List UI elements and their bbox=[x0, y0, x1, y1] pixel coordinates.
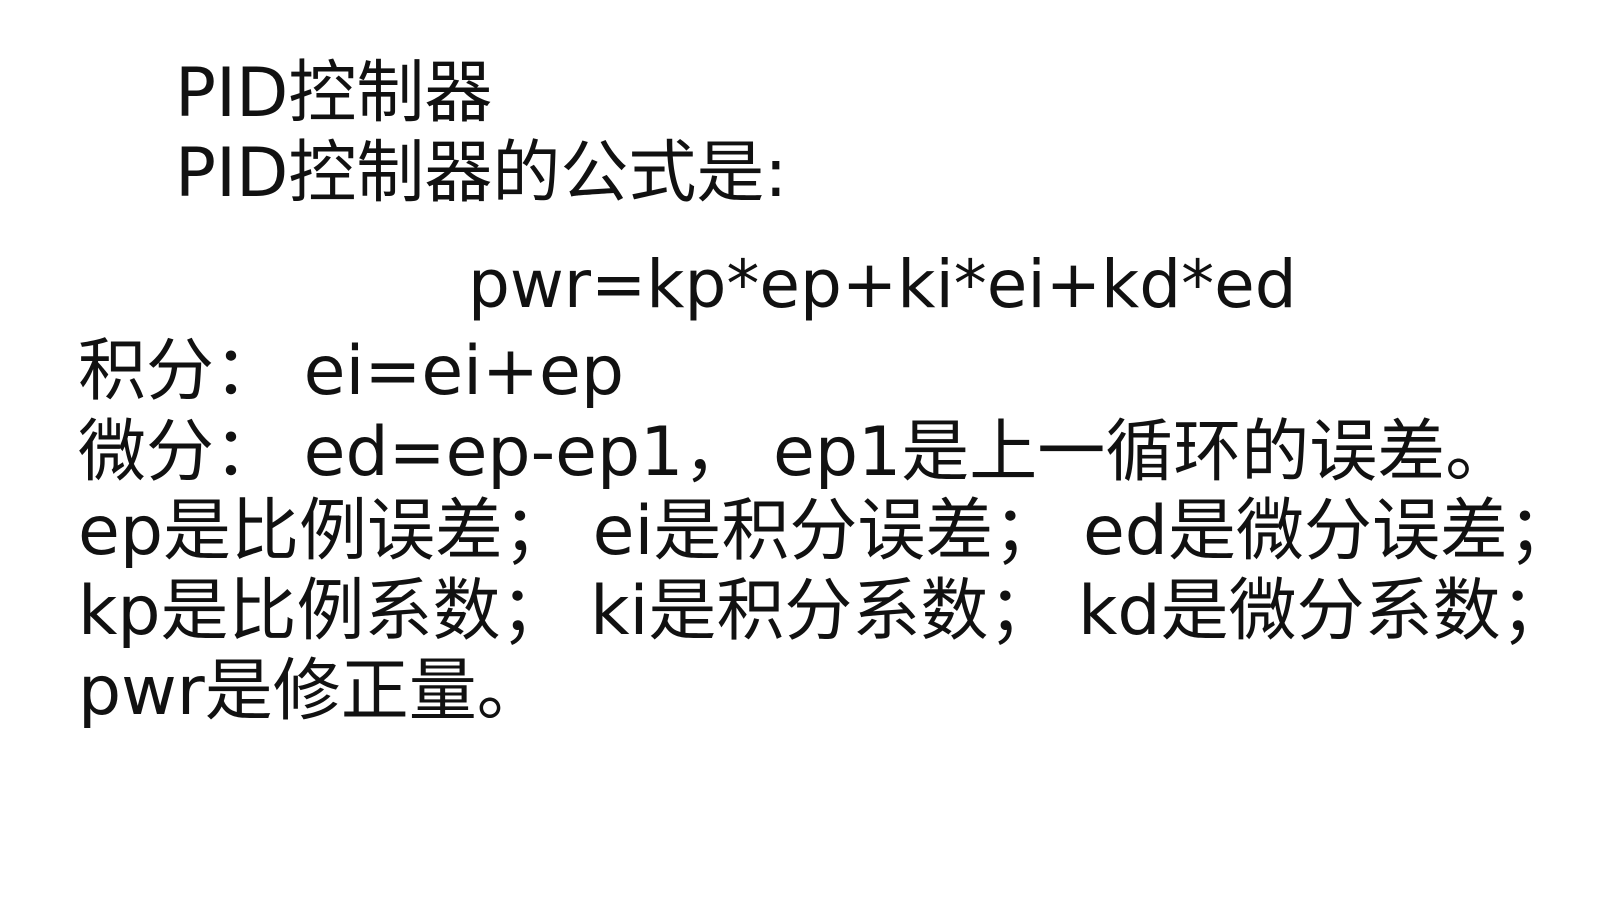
formula-intro: PID控制器的公式是: bbox=[175, 134, 788, 213]
coefficient-terms-description: kp是比例系数； ki是积分系数； kd是微分系数； bbox=[78, 572, 1569, 651]
slide: PID控制器 PID控制器的公式是: pwr=kp*ep+ki*ei+kd*ed… bbox=[0, 0, 1621, 918]
error-terms-description: ep是比例误差； ei是积分误差； ed是微分误差； bbox=[78, 492, 1576, 571]
pwr-description: pwr是修正量。 bbox=[78, 652, 545, 731]
derivative-definition: 微分： ed=ep-ep1， ep1是上一循环的误差。 bbox=[78, 413, 1514, 492]
pid-formula: pwr=kp*ep+ki*ei+kd*ed bbox=[468, 246, 1297, 323]
slide-title: PID控制器 bbox=[175, 54, 493, 133]
integral-definition: 积分： ei=ei+ep bbox=[78, 332, 625, 411]
